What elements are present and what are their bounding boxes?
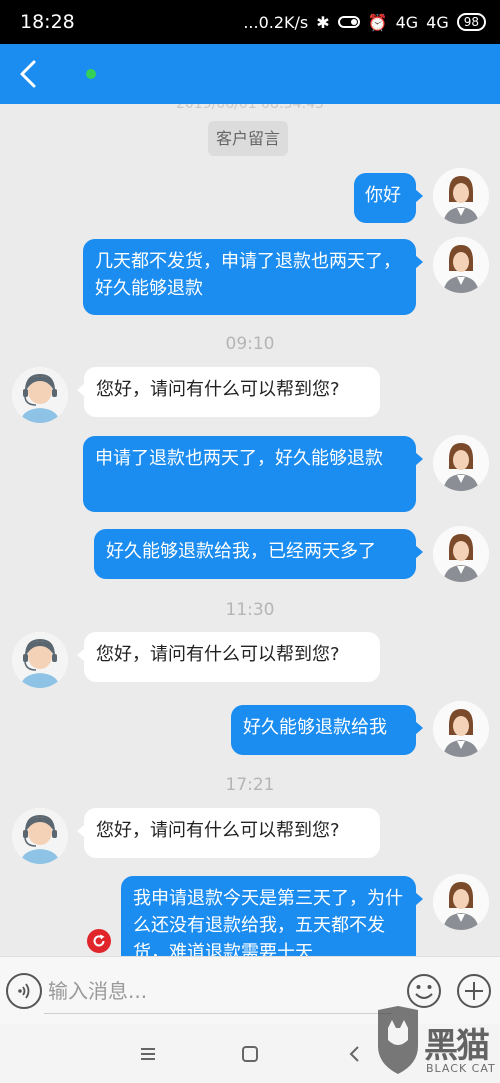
online-status-dot <box>86 69 96 79</box>
customer-message-notice: 客户留言 <box>208 121 289 156</box>
user-avatar[interactable] <box>433 701 489 757</box>
message-bubble[interactable]: 您好，请问有什么可以帮到您? <box>77 808 380 858</box>
nav-menu-button[interactable] <box>134 1040 162 1068</box>
message-bubble[interactable]: 您好，请问有什么可以帮到您? <box>77 367 380 417</box>
bluetooth-icon: ✱ <box>316 12 330 32</box>
back-triangle-icon <box>349 1046 359 1062</box>
message-text: 我申请退款今天是第三天了，为什么还没有退款给我，五天都不发货，难道退款需要十天 <box>133 888 403 956</box>
message-text: 好久能够退款给我 <box>243 717 387 738</box>
user-avatar[interactable] <box>433 874 489 930</box>
nav-back-button[interactable] <box>340 1040 368 1068</box>
message-text: 您好，请问有什么可以帮到您? <box>96 820 340 841</box>
resend-button[interactable] <box>87 929 111 953</box>
home-square-icon <box>242 1046 258 1062</box>
voice-button[interactable] <box>6 973 42 1009</box>
network-speed: ...0.2K/s <box>243 12 309 32</box>
status-bar: 18:28 ...0.2K/s ✱ ⏰ 4G 4G 98 <box>0 0 500 44</box>
message-input-bar <box>0 956 500 1024</box>
user-avatar[interactable] <box>433 168 489 224</box>
chat-area[interactable]: 2019/06/01 08:34:45 客户留言 你好 几天都不发货，申请了退款… <box>0 104 500 956</box>
status-icons: ...0.2K/s ✱ ⏰ 4G 4G 98 <box>243 13 486 32</box>
voice-icon <box>18 983 30 999</box>
message-bubble[interactable]: 您好，请问有什么可以帮到您? <box>77 632 380 682</box>
message-text: 您好，请问有什么可以帮到您? <box>96 379 340 400</box>
battery-indicator: 98 <box>456 13 486 31</box>
toggle-icon <box>337 16 360 28</box>
message-text: 几天都不发货，申请了退款也两天了，好久能够退款 <box>95 251 401 299</box>
refresh-icon <box>93 934 105 947</box>
message-bubble[interactable]: 几天都不发货，申请了退款也两天了，好久能够退款 <box>83 239 423 315</box>
back-button[interactable] <box>0 44 56 104</box>
chevron-left-icon <box>20 60 36 88</box>
user-avatar[interactable] <box>433 526 489 582</box>
plus-icon <box>457 974 491 1008</box>
message-text: 你好 <box>365 185 401 206</box>
user-avatar[interactable] <box>433 435 489 491</box>
smiley-icon <box>407 974 441 1008</box>
emoji-button[interactable] <box>406 973 442 1009</box>
message-bubble[interactable]: 你好 <box>354 173 423 223</box>
agent-avatar[interactable] <box>12 367 68 423</box>
signal-4g-1: 4G <box>395 12 419 32</box>
cut-timestamp: 2019/06/01 08:34:45 <box>175 104 325 112</box>
status-time: 18:28 <box>20 11 75 33</box>
message-input[interactable] <box>48 971 388 1011</box>
signal-4g-2: 4G <box>426 12 449 32</box>
agent-avatar[interactable] <box>12 632 68 688</box>
system-nav-bar <box>0 1024 500 1083</box>
message-bubble[interactable]: 好久能够退款给我 <box>231 705 423 755</box>
message-text: 好久能够退款给我，已经两天多了 <box>106 541 376 562</box>
message-text: 您好，请问有什么可以帮到您? <box>96 644 340 665</box>
message-text: 申请了退款也两天了，好久能够退款 <box>95 448 383 469</box>
message-bubble[interactable]: 申请了退款也两天了，好久能够退款 <box>83 436 423 512</box>
alarm-icon: ⏰ <box>367 12 388 32</box>
timestamp: 11:30 <box>225 600 275 620</box>
agent-avatar[interactable] <box>12 808 68 864</box>
user-avatar[interactable] <box>433 237 489 293</box>
nav-home-button[interactable] <box>236 1040 264 1068</box>
menu-icon <box>141 1048 155 1060</box>
input-underline <box>44 1013 392 1014</box>
timestamp: 17:21 <box>225 775 275 795</box>
message-bubble[interactable]: 我申请退款今天是第三天了，为什么还没有退款给我，五天都不发货，难道退款需要十天 <box>121 876 423 956</box>
chat-header <box>0 44 500 104</box>
more-button[interactable] <box>456 973 492 1009</box>
timestamp: 09:10 <box>225 334 275 354</box>
message-bubble[interactable]: 好久能够退款给我，已经两天多了 <box>94 529 423 579</box>
